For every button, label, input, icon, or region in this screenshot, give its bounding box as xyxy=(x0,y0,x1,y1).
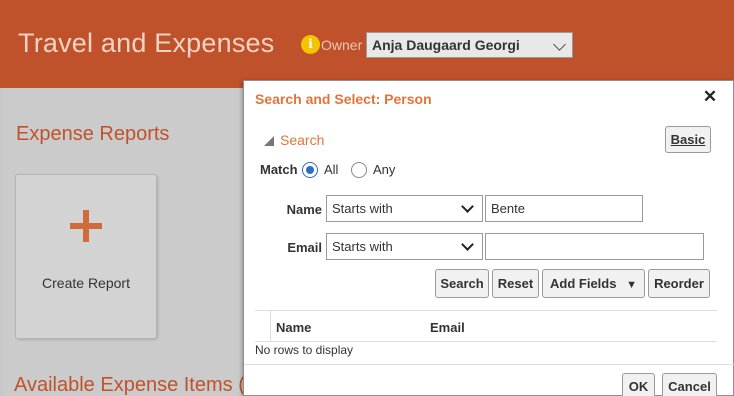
owner-select-value: Anja Daugaard Georgi xyxy=(372,37,520,53)
cancel-button[interactable]: Cancel xyxy=(662,373,717,396)
footer-divider xyxy=(244,364,734,365)
app-title: Travel and Expenses xyxy=(18,28,275,58)
column-header-email[interactable]: Email xyxy=(430,320,465,335)
match-any-label: Any xyxy=(373,162,396,177)
name-operator-value: Starts with xyxy=(332,201,393,216)
search-button[interactable]: Search xyxy=(435,269,489,298)
basic-button-label: Basic xyxy=(670,132,706,147)
name-operator-select[interactable]: Starts with xyxy=(326,195,483,222)
create-report-label: Create Report xyxy=(42,275,130,291)
create-report-card[interactable]: Create Report xyxy=(15,174,157,339)
name-field-label: Name xyxy=(286,202,322,217)
owner-label: Owner xyxy=(321,37,363,53)
close-icon[interactable]: ✕ xyxy=(701,88,719,106)
chevron-down-icon xyxy=(553,38,566,51)
available-expense-items-title: Available Expense Items ( xyxy=(14,374,245,396)
reset-button[interactable]: Reset xyxy=(492,269,539,298)
email-field-label: Email xyxy=(287,240,322,255)
add-fields-button[interactable]: Add Fields ▼ xyxy=(542,269,645,298)
email-operator-value: Starts with xyxy=(332,239,393,254)
chevron-down-icon xyxy=(461,238,474,251)
dialog-title: Search and Select: Person xyxy=(255,91,432,107)
no-rows-message: No rows to display xyxy=(255,343,354,357)
email-value-input[interactable] xyxy=(485,233,704,260)
search-toggle-label: Search xyxy=(280,132,325,148)
reorder-button[interactable]: Reorder xyxy=(648,269,710,298)
search-section-toggle[interactable]: Search xyxy=(264,132,324,148)
owner-select[interactable]: Anja Daugaard Georgi xyxy=(366,32,573,58)
row-selector-column xyxy=(255,311,271,342)
info-icon[interactable]: i xyxy=(301,35,320,54)
search-select-person-dialog: Search and Select: Person ✕ Search Basic… xyxy=(243,80,734,396)
dropdown-arrow-icon: ▼ xyxy=(626,279,637,291)
chevron-down-icon xyxy=(461,200,474,213)
email-operator-select[interactable]: Starts with xyxy=(326,233,483,260)
column-header-name[interactable]: Name xyxy=(276,320,311,335)
expense-reports-title: Expense Reports xyxy=(16,123,170,145)
app-header: Travel and Expenses i Owner Anja Daugaar… xyxy=(0,0,734,88)
plus-icon xyxy=(70,210,102,242)
match-any-radio[interactable] xyxy=(351,162,367,178)
collapse-triangle-icon xyxy=(264,136,274,146)
ok-button[interactable]: OK xyxy=(622,373,655,396)
match-all-label: All xyxy=(324,162,339,177)
add-fields-label: Add Fields xyxy=(550,276,617,291)
match-all-radio[interactable] xyxy=(302,162,318,178)
name-value-input[interactable]: Bente xyxy=(485,195,643,222)
match-label: Match xyxy=(260,162,298,177)
results-table-header: Name Email xyxy=(255,310,717,342)
basic-button[interactable]: Basic xyxy=(665,126,711,153)
